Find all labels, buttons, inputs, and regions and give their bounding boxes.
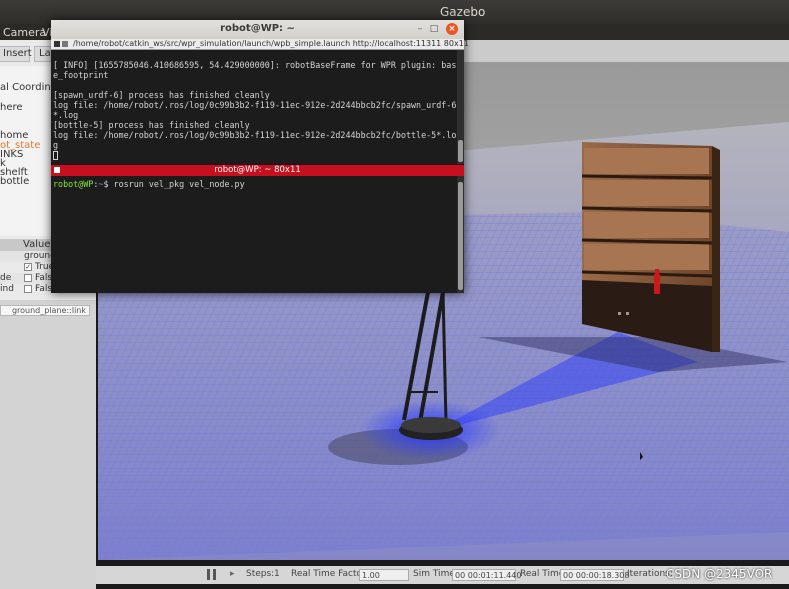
terminal-cursor <box>53 151 58 160</box>
minimize-icon[interactable]: – <box>414 23 426 35</box>
checkbox-checked[interactable]: ✓ <box>24 263 32 271</box>
gazebo-window-title: Gazebo <box>440 5 486 19</box>
tab-insert[interactable]: Insert <box>0 46 32 62</box>
checkbox-unchecked[interactable] <box>24 285 32 293</box>
pane-broadcast-icon[interactable] <box>62 41 68 47</box>
rtf-value: 1.00 <box>359 569 409 581</box>
terminal-line: e_footprint <box>53 70 109 80</box>
checkbox-unchecked[interactable] <box>24 274 32 282</box>
maximize-icon[interactable]: □ <box>428 23 440 35</box>
tree-item-bottle[interactable]: bottle <box>0 176 29 187</box>
terminal-line: log file: /home/robot/.ros/log/0c99b3b2-… <box>53 130 457 140</box>
pane2-output[interactable]: robot@WP:~$ rosrun vel_pkg vel_node.py <box>51 176 457 293</box>
tree-item-atmosphere[interactable]: here <box>0 102 23 113</box>
csdn-watermark: CSDN @2345VOR <box>666 567 773 581</box>
pane2-titlebar[interactable]: robot@WP: ~ 80x11 <box>51 165 464 176</box>
prompt-command: $ rosrun vel_pkg vel_node.py <box>103 179 245 189</box>
terminal-line: g <box>53 140 59 150</box>
real-time-value: 00 00:00:18.308 <box>560 569 629 581</box>
pane2-scroll-thumb[interactable] <box>458 182 463 290</box>
terminal-line: [spawn_urdf-6] process has finished clea… <box>53 90 270 100</box>
terminal-prompt-line: robot@WP:~$ rosrun vel_pkg vel_node.py <box>53 179 245 189</box>
terminal-window-title: robot@WP: ~ <box>220 23 295 34</box>
pane2-scrollbar[interactable] <box>457 176 464 293</box>
rtf-label: Real Time Factor: <box>291 569 369 579</box>
prompt-user: robot@WP <box>53 179 94 189</box>
step-icon[interactable]: ▸ <box>230 570 239 579</box>
sim-time-value: 00 00:01:11.440 <box>452 569 521 581</box>
property-value-header: Value <box>23 239 51 250</box>
pane2-title: robot@WP: ~ 80x11 <box>214 165 301 175</box>
pane1-scroll-thumb[interactable] <box>458 140 463 162</box>
terminal-line: *.log <box>53 110 79 120</box>
terminal-titlebar[interactable]: robot@WP: ~ – □ × <box>51 20 464 39</box>
menu-camera[interactable]: Camera <box>3 26 46 39</box>
pause-icon[interactable] <box>207 569 217 580</box>
close-icon[interactable]: × <box>446 23 458 35</box>
pane1-title: /home/robot/catkin_ws/src/wpr_simulation… <box>73 39 469 48</box>
pane-group-icon[interactable] <box>54 41 60 47</box>
steps-label: Steps: <box>246 569 275 579</box>
terminal-line: [ INFO] [1655785046.410686595, 54.429000… <box>53 60 457 70</box>
left-panel-lower <box>0 300 96 589</box>
link-name-field[interactable]: ground_plane::link <box>0 305 90 316</box>
terminal-line: [bottle-5] process has finished cleanly <box>53 120 250 130</box>
pane1-output[interactable]: [ INFO] [1655785046.410686595, 54.429000… <box>51 50 457 164</box>
pane1-titlebar[interactable]: /home/robot/catkin_ws/src/wpr_simulation… <box>51 39 469 50</box>
terminal-line: log file: /home/robot/.ros/log/0c99b3b2-… <box>53 100 457 110</box>
steps-value[interactable]: 1 <box>274 569 280 579</box>
terminal-window[interactable]: robot@WP: ~ – □ × /home/robot/catkin_ws/… <box>51 20 469 293</box>
pane1-scrollbar[interactable] <box>457 50 464 164</box>
